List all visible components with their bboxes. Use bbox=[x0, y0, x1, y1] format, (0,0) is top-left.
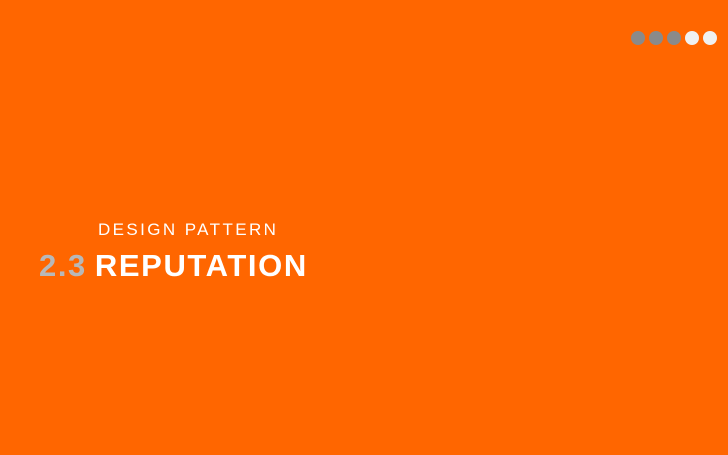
progress-indicator bbox=[631, 31, 717, 45]
progress-dot-completed bbox=[667, 31, 681, 45]
section-title: REPUTATION bbox=[94, 248, 308, 283]
slide-headline: 2.3 REPUTATION bbox=[39, 248, 308, 284]
section-number: 2.3 bbox=[39, 248, 87, 283]
progress-dot-remaining bbox=[685, 31, 699, 45]
slide: DESIGN PATTERN 2.3 REPUTATION bbox=[0, 0, 728, 455]
progress-dot-completed bbox=[631, 31, 645, 45]
progress-dot-completed bbox=[649, 31, 663, 45]
progress-dot-remaining bbox=[703, 31, 717, 45]
slide-kicker: DESIGN PATTERN bbox=[98, 220, 279, 239]
